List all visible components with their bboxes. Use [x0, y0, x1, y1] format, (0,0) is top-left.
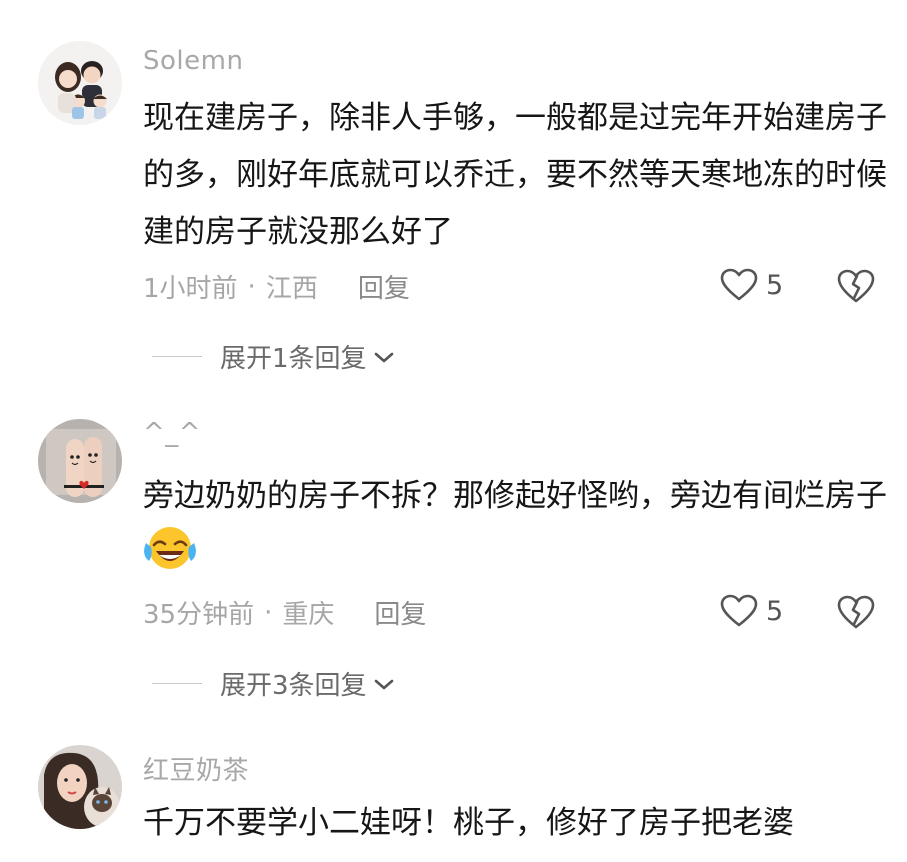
family-avatar-icon: [38, 41, 122, 125]
expand-replies-button[interactable]: 展开1条回复: [152, 338, 397, 375]
comment-time: 1小时前: [143, 274, 238, 304]
broken-heart-icon: [837, 595, 875, 629]
like-button[interactable]: 5: [720, 268, 783, 302]
divider-line: [152, 356, 202, 357]
comment-meta: 1小时前 · 江西 回复: [143, 268, 410, 305]
username[interactable]: ^_^: [143, 418, 201, 448]
chevron-down-icon: [374, 352, 393, 362]
avatar[interactable]: [38, 745, 122, 829]
comment-location: 重庆: [282, 600, 335, 630]
separator-dot: ·: [247, 271, 256, 302]
expand-replies-label: 展开3条回复: [220, 671, 367, 701]
reply-button[interactable]: 回复: [374, 594, 426, 631]
avatar[interactable]: [38, 41, 122, 125]
woman-cat-avatar-icon: [38, 745, 122, 829]
expand-replies-label: 展开1条回复: [220, 344, 367, 374]
divider-line: [152, 683, 202, 684]
avatar[interactable]: [38, 419, 122, 503]
username[interactable]: 红豆奶茶: [143, 750, 249, 787]
chevron-down-icon: [374, 679, 393, 689]
fingers-avatar-icon: [38, 419, 122, 503]
comment-text: 现在建房子，除非人手够，一般都是过完年开始建房子的多，刚好年底就可以乔迁，要不然…: [143, 100, 887, 250]
comment-text: 旁边奶奶的房子不拆？那修起好怪哟，旁边有间烂房子: [143, 468, 888, 590]
comment-text-content: 旁边奶奶的房子不拆？那修起好怪哟，旁边有间烂房子: [143, 478, 887, 514]
dislike-button[interactable]: [836, 268, 876, 308]
comment-text: 千万不要学小二娃呀！桃子，修好了房子把老婆: [143, 805, 794, 841]
comment-time: 35分钟前: [143, 600, 255, 630]
username[interactable]: Solemn: [143, 46, 243, 76]
like-count: 5: [766, 269, 784, 301]
heart-icon: [720, 594, 758, 627]
like-count: 5: [766, 595, 784, 627]
comment-meta: 35分钟前 · 重庆 回复: [143, 594, 426, 631]
reply-button[interactable]: 回复: [358, 268, 410, 305]
laughing-crying-emoji: [143, 525, 197, 590]
comment-location: 江西: [265, 274, 318, 304]
like-button[interactable]: 5: [720, 594, 783, 628]
expand-replies-button[interactable]: 展开3条回复: [152, 665, 397, 702]
dislike-button[interactable]: [836, 594, 876, 634]
heart-icon: [720, 268, 758, 301]
broken-heart-icon: [837, 269, 875, 303]
separator-dot: ·: [264, 597, 273, 628]
